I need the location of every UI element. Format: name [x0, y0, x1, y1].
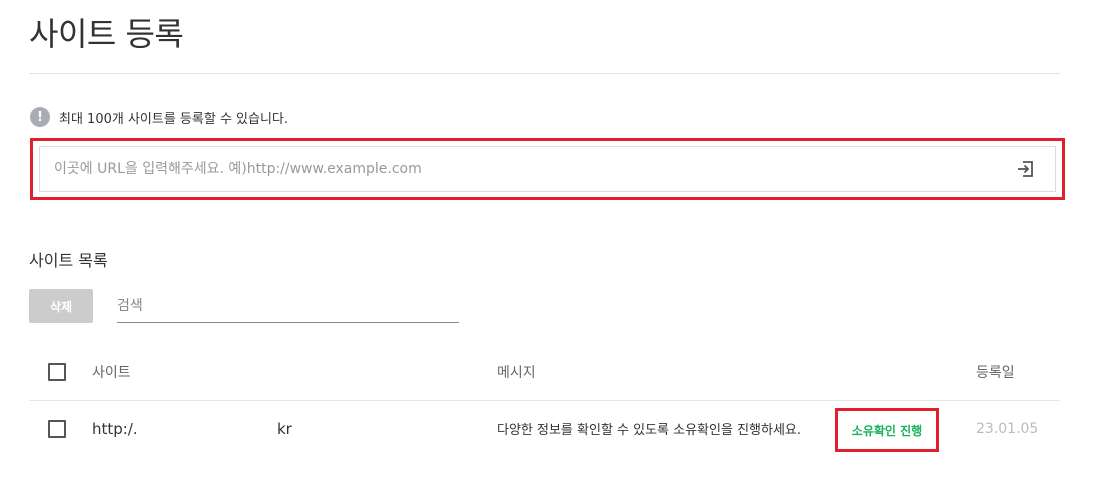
delete-button[interactable]: 삭제	[29, 289, 93, 323]
column-header-message: 메시지	[497, 364, 536, 381]
row-date: 23.01.05	[976, 420, 1039, 437]
row-checkbox[interactable]	[48, 420, 66, 438]
notice-text: 최대 100개 사이트를 등록할 수 있습니다.	[59, 111, 289, 127]
url-input-highlight	[30, 138, 1065, 200]
verify-ownership-highlight: 소유확인 진행	[835, 408, 939, 452]
column-header-date: 등록일	[976, 364, 1015, 381]
title-divider	[29, 73, 1060, 74]
column-header-site: 사이트	[92, 364, 131, 381]
search-input[interactable]	[117, 289, 459, 323]
site-url: http:/.	[92, 419, 138, 438]
info-icon: !	[30, 107, 50, 127]
verify-ownership-link[interactable]: 소유확인 진행	[852, 422, 922, 439]
row-message: 다양한 정보를 확인할 수 있도록 소유확인을 진행하세요.	[497, 423, 802, 438]
site-table: 사이트 메시지 등록일 http:/. kr 다양한 정보를 확인할 수 있도록…	[29, 344, 1060, 456]
table-header: 사이트 메시지 등록일	[29, 344, 1060, 401]
notice: ! 최대 100개 사이트를 등록할 수 있습니다.	[30, 107, 288, 127]
enter-icon[interactable]	[1015, 158, 1037, 180]
url-input[interactable]	[40, 160, 1015, 178]
site-list-title: 사이트 목록	[29, 251, 108, 270]
select-all-checkbox[interactable]	[48, 363, 66, 381]
page-title: 사이트 등록	[29, 15, 184, 53]
site-url-suffix: kr	[277, 419, 292, 438]
url-input-container	[39, 146, 1056, 192]
